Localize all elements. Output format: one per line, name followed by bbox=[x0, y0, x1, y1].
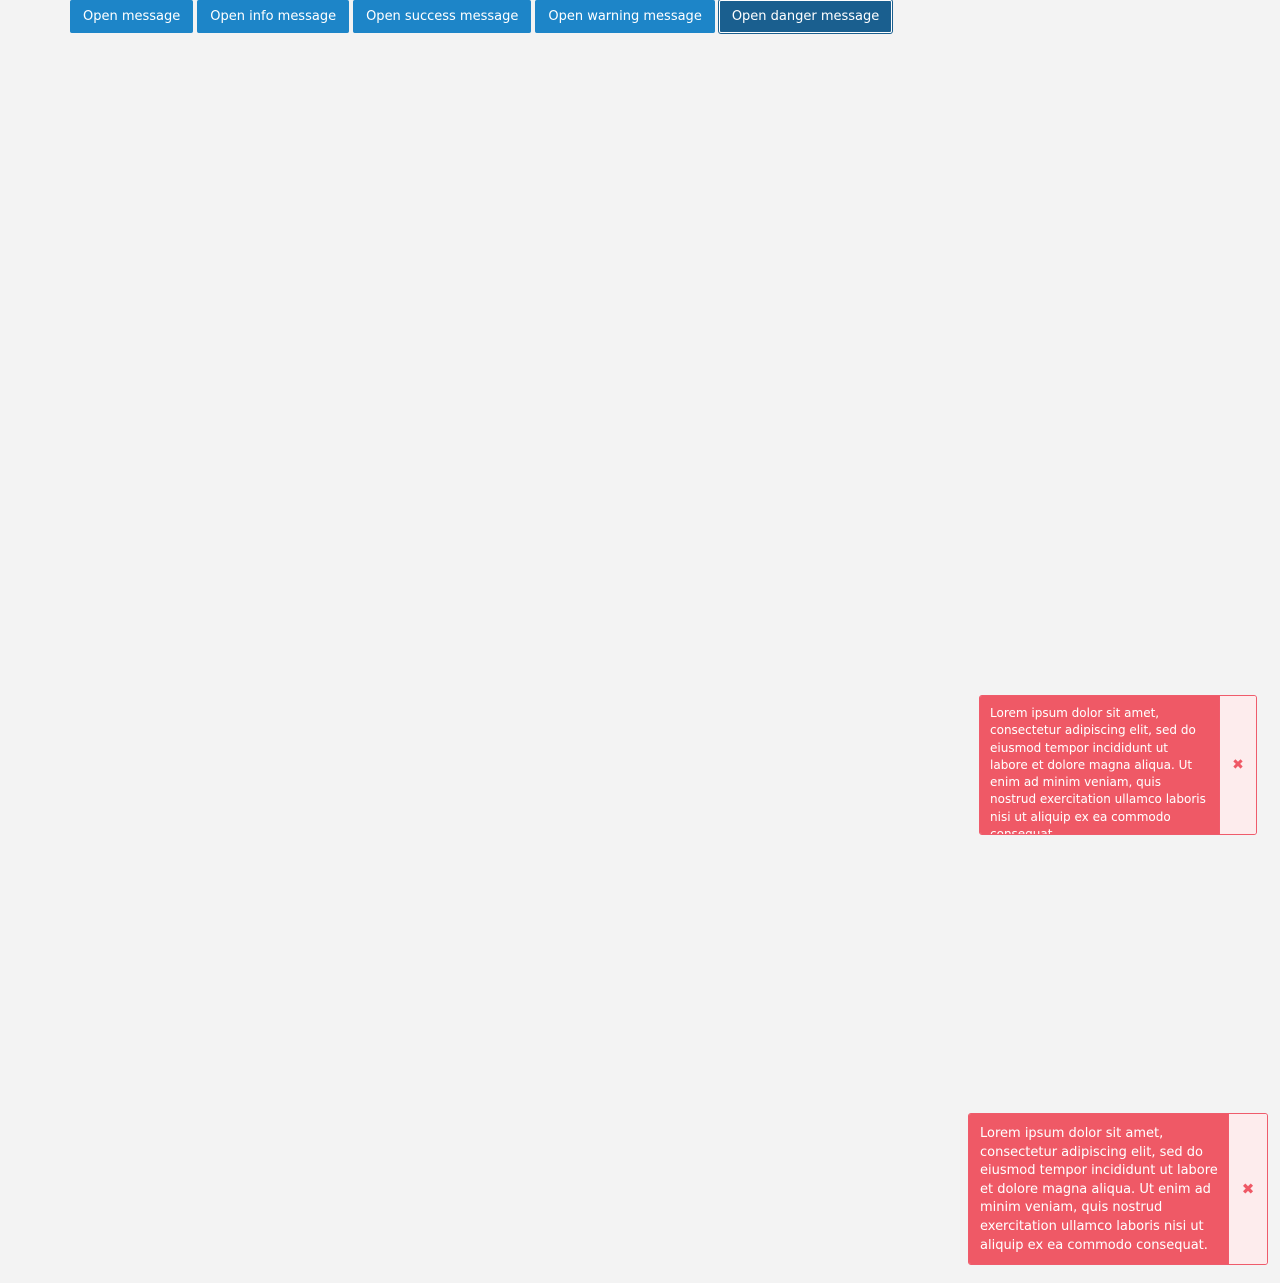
toast-message: Lorem ipsum dolor sit amet, consectetur … bbox=[969, 1114, 1228, 1264]
danger-toast: Lorem ipsum dolor sit amet, consectetur … bbox=[968, 1113, 1268, 1265]
message-button-toolbar: Open message Open info message Open succ… bbox=[70, 0, 893, 33]
toast-close-button[interactable]: ✖ bbox=[1228, 1114, 1267, 1264]
open-danger-message-button[interactable]: Open danger message bbox=[718, 0, 893, 33]
open-info-message-button[interactable]: Open info message bbox=[197, 0, 350, 33]
toast-message: Lorem ipsum dolor sit amet, consectetur … bbox=[980, 696, 1219, 834]
toast-close-button[interactable]: ✖ bbox=[1219, 696, 1256, 834]
open-warning-message-button[interactable]: Open warning message bbox=[535, 0, 715, 33]
open-message-button[interactable]: Open message bbox=[70, 0, 194, 33]
close-icon: ✖ bbox=[1241, 1180, 1255, 1198]
close-icon: ✖ bbox=[1232, 757, 1244, 773]
danger-toast: Lorem ipsum dolor sit amet, consectetur … bbox=[979, 695, 1257, 835]
open-success-message-button[interactable]: Open success message bbox=[353, 0, 532, 33]
